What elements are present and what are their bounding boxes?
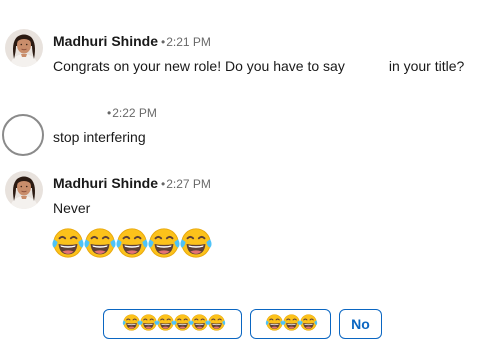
timestamp: 2:27 PM — [166, 177, 211, 191]
timestamp: 2:21 PM — [166, 35, 211, 49]
message-text: Never — [53, 200, 91, 216]
face-with-tears-of-joy-icon — [147, 226, 180, 260]
face-with-tears-of-joy-icon — [156, 313, 174, 335]
emoji-message — [51, 226, 211, 260]
avatar[interactable] — [5, 171, 43, 209]
message-header: •2:22 PM — [104, 103, 157, 122]
face-with-tears-of-joy-icon — [115, 226, 148, 260]
face-with-tears-of-joy-icon — [122, 313, 140, 335]
face-with-tears-of-joy-icon — [51, 226, 84, 260]
quick-reply-three-laughing-button[interactable] — [250, 309, 331, 339]
message-header: Madhuri Shinde •2:27 PM — [53, 174, 211, 193]
message-text: stop interfering — [53, 129, 146, 145]
face-with-tears-of-joy-icon — [299, 313, 317, 335]
separator-dot: • — [161, 35, 166, 49]
face-with-tears-of-joy-icon — [173, 313, 191, 335]
face-with-tears-of-joy-icon — [83, 226, 116, 260]
message-text: Congrats on your new role! Do you have t… — [53, 57, 464, 75]
separator-dot: • — [161, 177, 166, 191]
avatar[interactable] — [5, 29, 43, 67]
quick-replies: No — [103, 309, 382, 339]
face-with-tears-of-joy-icon — [282, 313, 300, 335]
quick-reply-six-laughing-button[interactable] — [103, 309, 242, 339]
face-with-tears-of-joy-icon — [139, 313, 157, 335]
face-with-tears-of-joy-icon — [207, 313, 225, 335]
sender-name[interactable]: Madhuri Shinde — [53, 33, 158, 49]
person-avatar-icon — [5, 171, 43, 209]
message-text-part: in your title? — [388, 58, 465, 74]
sender-name[interactable]: Madhuri Shinde — [53, 175, 158, 191]
avatar[interactable] — [2, 114, 44, 156]
message-thread: Madhuri Shinde •2:21 PM Congrats on your … — [0, 0, 485, 349]
message-text-part: Congrats on your new role! Do you have t… — [53, 58, 345, 74]
separator-dot: • — [107, 106, 112, 120]
face-with-tears-of-joy-icon — [265, 313, 283, 335]
quick-reply-no-button[interactable]: No — [339, 309, 382, 339]
face-with-tears-of-joy-icon — [190, 313, 208, 335]
timestamp: 2:22 PM — [112, 106, 157, 120]
message-header: Madhuri Shinde •2:21 PM — [53, 32, 211, 51]
face-with-tears-of-joy-icon — [179, 226, 212, 260]
person-avatar-icon — [5, 29, 43, 67]
